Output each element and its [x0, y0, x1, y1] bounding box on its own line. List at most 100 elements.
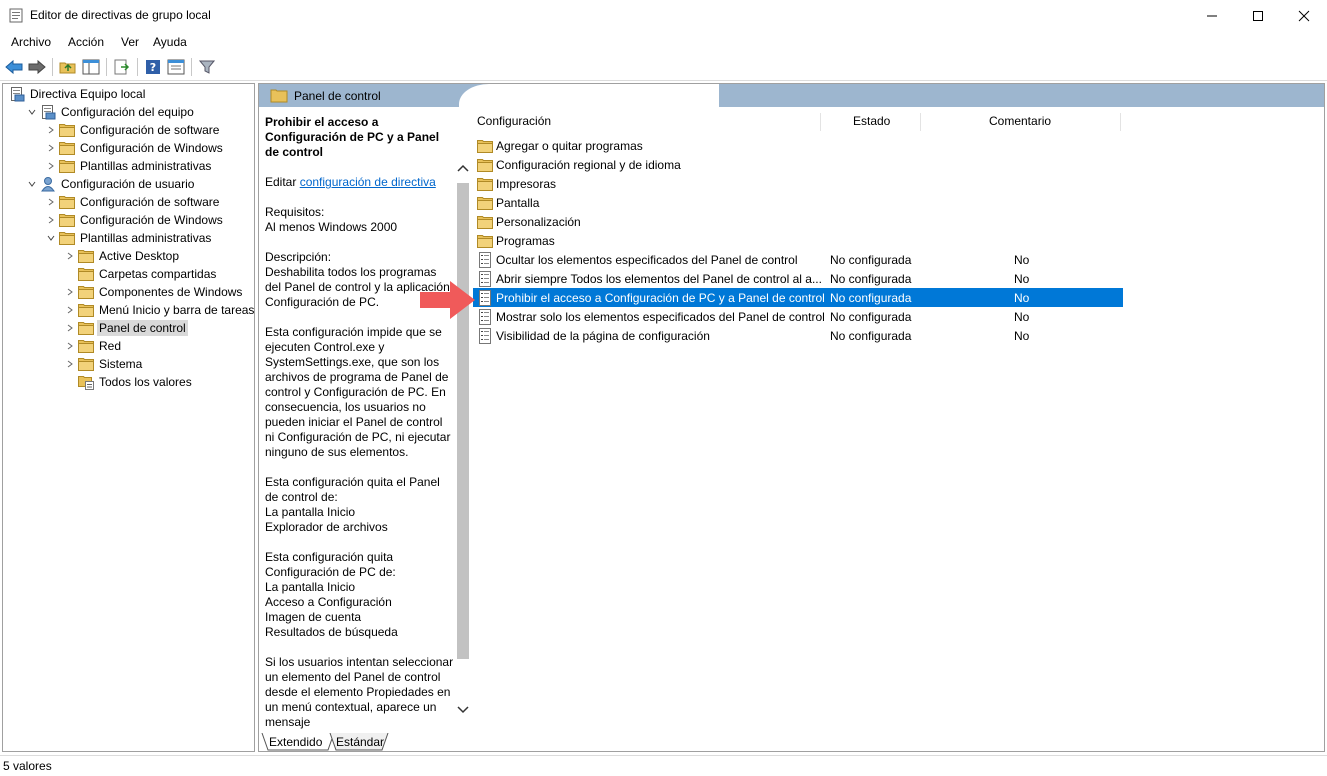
requirements-value: Al menos Windows 2000 — [265, 220, 398, 234]
folder-icon — [477, 234, 493, 248]
list-item[interactable]: Programas — [473, 231, 1123, 250]
policy-setting-icon — [479, 251, 491, 268]
chevron-right-icon[interactable] — [65, 287, 75, 297]
chevron-right-icon[interactable] — [46, 161, 56, 171]
list-item[interactable]: Visibilidad de la página de configuració… — [473, 326, 1123, 345]
chevron-right-icon[interactable] — [65, 323, 75, 333]
folder-icon — [477, 139, 493, 153]
policy-setting-icon — [479, 308, 491, 325]
policy-setting-icon — [479, 289, 491, 306]
menu-ver[interactable]: Ver — [121, 35, 139, 49]
tree-node-label: Componentes de Windows — [99, 285, 243, 299]
folder-icon — [477, 158, 493, 172]
tree-node[interactable]: Configuración de Windows — [45, 139, 225, 157]
folder-icon — [59, 142, 75, 155]
requirements-label: Requisitos: — [265, 205, 325, 219]
forward-button[interactable] — [27, 57, 47, 77]
list-item[interactable]: Abrir siempre Todos los elementos del Pa… — [473, 269, 1123, 288]
menu-ayuda[interactable]: Ayuda — [153, 35, 187, 49]
properties-button[interactable] — [166, 57, 186, 77]
tree-node[interactable]: Configuración de software — [45, 193, 221, 211]
export-list-button[interactable] — [112, 57, 132, 77]
menu-bar: Archivo Acción Ver Ayuda — [0, 31, 1327, 53]
all-settings-icon — [78, 376, 94, 390]
help-button[interactable]: ? — [143, 57, 163, 77]
tree-node[interactable]: Todos los valores — [64, 373, 194, 391]
tree-node[interactable]: Componentes de Windows — [64, 283, 244, 301]
scrollbar-thumb[interactable] — [457, 183, 469, 659]
annotation-arrow — [420, 281, 475, 319]
close-button[interactable] — [1281, 0, 1327, 31]
chevron-right-icon[interactable] — [46, 125, 56, 135]
back-button[interactable] — [4, 57, 24, 77]
chevron-down-icon[interactable] — [27, 107, 37, 117]
description-paragraph-5: Si los usuarios intentan seleccionar un … — [265, 655, 454, 729]
chevron-right-icon[interactable] — [65, 305, 75, 315]
folder-icon — [477, 177, 493, 191]
chevron-right-icon[interactable] — [65, 359, 75, 369]
list-item[interactable]: Prohibir el acceso a Configuración de PC… — [473, 288, 1123, 307]
console-tree-pane[interactable]: Directiva Equipo local Configuración del … — [2, 83, 255, 752]
column-header-configuracion[interactable]: Configuración — [477, 108, 551, 134]
menu-accion[interactable]: Acción — [68, 35, 104, 49]
folder-icon — [59, 160, 75, 173]
scroll-down-icon[interactable] — [457, 705, 469, 715]
tree-node[interactable]: Plantillas administrativas — [45, 157, 213, 175]
p3-line: Esta configuración quita el Panel de con… — [265, 475, 440, 504]
tree-node[interactable]: Active Desktop — [64, 247, 181, 265]
menu-archivo[interactable]: Archivo — [11, 35, 51, 49]
window-title: Editor de directivas de grupo local — [30, 8, 211, 22]
tree-node[interactable]: Directiva Equipo local — [7, 85, 147, 103]
chevron-down-icon[interactable] — [46, 233, 56, 243]
minimize-button[interactable] — [1189, 0, 1235, 31]
tree-node[interactable]: Menú Inicio y barra de tareas — [64, 301, 255, 319]
edit-policy-link[interactable]: configuración de directiva — [300, 175, 436, 189]
tree-node[interactable]: Plantillas administrativas — [45, 229, 213, 247]
setting-name: Agregar o quitar programas — [496, 138, 643, 153]
tree-node-label: Menú Inicio y barra de tareas — [99, 303, 255, 317]
user-icon — [41, 177, 55, 192]
setting-state: No configurada — [830, 271, 912, 286]
list-item[interactable]: Agregar o quitar programas — [473, 136, 1123, 155]
tree-node[interactable]: Configuración del equipo — [26, 103, 196, 121]
tab-extendido[interactable]: Extendido — [263, 733, 328, 751]
filter-button[interactable] — [197, 57, 217, 77]
list-item[interactable]: Mostrar solo los elementos especificados… — [473, 307, 1123, 326]
show-hide-tree-button[interactable] — [81, 57, 101, 77]
list-item[interactable]: Pantalla — [473, 193, 1123, 212]
chevron-right-icon[interactable] — [65, 251, 75, 261]
tree-node[interactable]: Sistema — [64, 355, 144, 373]
up-folder-button[interactable] — [58, 57, 78, 77]
chevron-right-icon[interactable] — [46, 197, 56, 207]
chevron-right-icon[interactable] — [65, 341, 75, 351]
column-header-estado[interactable]: Estado — [853, 108, 890, 134]
tree-node[interactable]: Panel de control — [64, 319, 188, 337]
p4-line: La pantalla Inicio — [265, 580, 356, 594]
folder-icon — [78, 268, 94, 281]
folder-icon — [59, 124, 75, 137]
list-item[interactable]: Impresoras — [473, 174, 1123, 193]
tree-node-label: Plantillas administrativas — [80, 231, 212, 245]
maximize-button[interactable] — [1235, 0, 1281, 31]
help-icon: ? — [146, 60, 160, 74]
tree-node[interactable]: Red — [64, 337, 123, 355]
list-item[interactable]: Configuración regional y de idioma — [473, 155, 1123, 174]
description-scrollbar[interactable] — [455, 159, 470, 719]
tree-node[interactable]: Carpetas compartidas — [64, 265, 218, 283]
column-header-comentario[interactable]: Comentario — [989, 108, 1051, 134]
tab-estandar[interactable]: Estándar — [330, 733, 390, 751]
chevron-down-icon[interactable] — [27, 179, 37, 189]
tree-node[interactable]: Configuración de Windows — [45, 211, 225, 229]
list-item[interactable]: Personalización — [473, 212, 1123, 231]
back-arrow-icon — [5, 59, 23, 75]
tree-node[interactable]: Configuración de software — [45, 121, 221, 139]
scroll-up-icon[interactable] — [457, 163, 469, 173]
tree-node[interactable]: Configuración de usuario — [26, 175, 196, 193]
computer-policy-icon — [11, 87, 25, 102]
list-item[interactable]: Ocultar los elementos especificados del … — [473, 250, 1123, 269]
minimize-icon — [1207, 15, 1217, 16]
chevron-right-icon[interactable] — [46, 215, 56, 225]
chevron-right-icon[interactable] — [46, 143, 56, 153]
setting-state: No configurada — [830, 290, 912, 305]
p4-line: Acceso a Configuración — [265, 595, 392, 609]
